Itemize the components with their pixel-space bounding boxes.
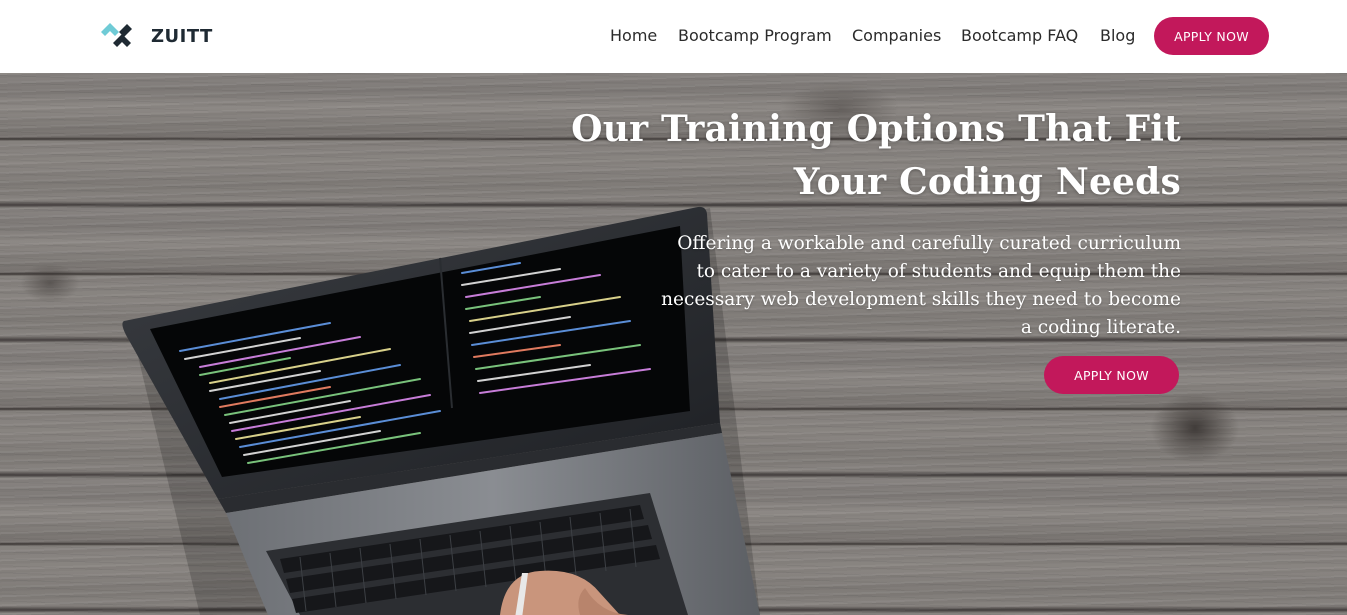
navbar: ZUITT Home Bootcamp Program Companies Bo… (0, 0, 1347, 73)
brand-logo[interactable]: ZUITT (99, 19, 213, 53)
wood-knot (1150, 393, 1240, 463)
nav-link-home[interactable]: Home (610, 26, 657, 45)
hero-title: Our Training Options That Fit Your Codin… (541, 103, 1181, 209)
hero-apply-now-button[interactable]: APPLY NOW (1044, 356, 1179, 394)
zuitt-logo-icon (101, 23, 132, 47)
hero-title-line1: Our Training Options That Fit (571, 108, 1181, 150)
nav-link-bootcamp-faq[interactable]: Bootcamp FAQ (961, 26, 1078, 45)
brand-name: ZUITT (151, 25, 213, 47)
nav-link-companies[interactable]: Companies (852, 26, 941, 45)
hero-title-line2: Your Coding Needs (793, 161, 1181, 203)
nav-link-blog[interactable]: Blog (1100, 26, 1135, 45)
nav-link-bootcamp-program[interactable]: Bootcamp Program (678, 26, 832, 45)
hero-section: Our Training Options That Fit Your Codin… (0, 73, 1347, 615)
hero-subtitle: Offering a workable and carefully curate… (661, 233, 1181, 338)
nav-apply-now-button[interactable]: APPLY NOW (1154, 17, 1269, 55)
